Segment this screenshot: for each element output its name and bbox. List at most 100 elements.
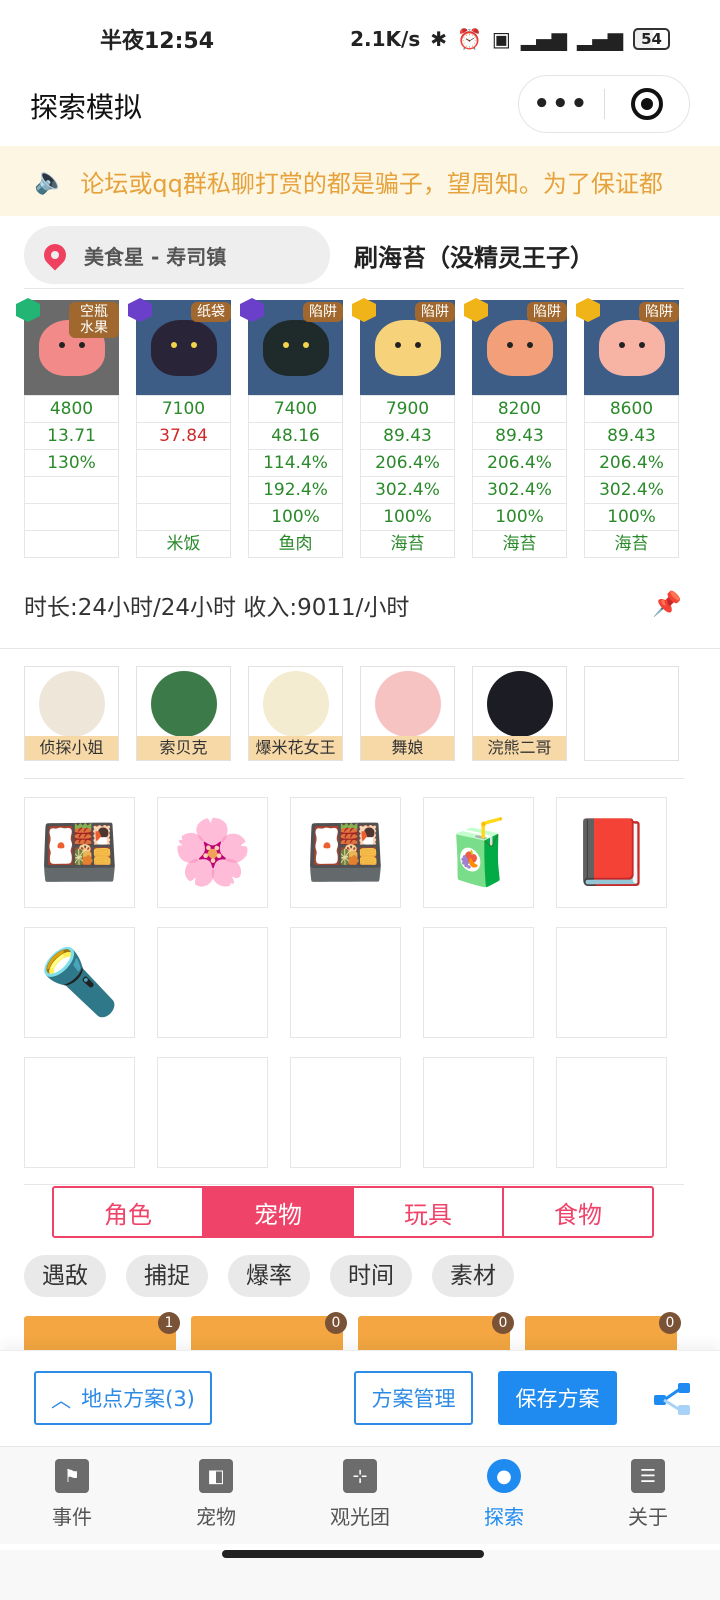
- character-card[interactable]: 浣熊二哥: [472, 666, 567, 761]
- more-icon[interactable]: •••: [519, 89, 604, 119]
- pet-stats: 7400 48.16 114.4% 192.4% 100% 鱼肉: [248, 395, 343, 558]
- item-empty-slot[interactable]: [24, 1057, 135, 1168]
- pet-avatar-icon: [150, 319, 217, 376]
- mini-program-capsule: •••: [518, 75, 690, 133]
- pet-stats: 8600 89.43 206.4% 302.4% 100% 海苔: [584, 395, 679, 558]
- item-slot[interactable]: 🧃: [423, 797, 534, 908]
- bento-box-icon: 🍱: [39, 816, 120, 890]
- location-pin-icon: [39, 239, 71, 271]
- pet-stat-cell: 7900: [361, 395, 454, 422]
- character-card[interactable]: 索贝克: [136, 666, 231, 761]
- item-empty-slot[interactable]: [556, 927, 667, 1038]
- item-slot[interactable]: 🍱: [24, 797, 135, 908]
- character-name: 浣熊二哥: [473, 736, 566, 760]
- pet-stats: 8200 89.43 206.4% 302.4% 100% 海苔: [472, 395, 567, 558]
- divider: [24, 288, 684, 289]
- category-segment: 角色 宠物 玩具 食物: [52, 1186, 654, 1238]
- manage-plan-button[interactable]: 方案管理: [354, 1371, 473, 1425]
- pet-stat-cell: 8600: [585, 395, 678, 422]
- about-icon: ☰: [631, 1459, 665, 1493]
- character-card[interactable]: 侦探小姐: [24, 666, 119, 761]
- pet-stat-cell: 302.4%: [585, 476, 678, 503]
- tab-label: 关于: [628, 1505, 668, 1529]
- pet-column: 陷阱 7900 89.43 206.4% 302.4% 100% 海苔: [352, 298, 455, 558]
- pet-stat-cell: 100%: [585, 503, 678, 530]
- pet-stat-cell: [137, 503, 230, 530]
- character-card[interactable]: 舞娘: [360, 666, 455, 761]
- filter-chip[interactable]: 遇敌: [24, 1255, 106, 1297]
- pet-stat-cell: 13.71: [25, 422, 118, 449]
- segment-tab[interactable]: 角色: [54, 1188, 204, 1236]
- pet-stat-cell: 100%: [249, 503, 342, 530]
- explore-icon: ●: [487, 1459, 521, 1493]
- item-slot[interactable]: 🔦: [24, 927, 135, 1038]
- item-empty-slot[interactable]: [423, 927, 534, 1038]
- location-selector[interactable]: 美食星 - 寿司镇: [24, 226, 330, 284]
- filter-chip[interactable]: 素材: [432, 1255, 514, 1297]
- character-name: 舞娘: [361, 736, 454, 760]
- character-avatar-icon: [486, 671, 553, 737]
- item-empty-slot[interactable]: [423, 1057, 534, 1168]
- pet-stat-cell: [137, 476, 230, 503]
- speaker-icon: 🔈: [34, 166, 67, 196]
- pet-column: 纸袋 7100 37.84 米饭: [128, 298, 231, 558]
- character-name: 索贝克: [137, 736, 230, 760]
- divider: [0, 648, 720, 649]
- filter-chip[interactable]: 爆率: [228, 1255, 310, 1297]
- character-avatar-icon: [150, 671, 217, 737]
- close-button[interactable]: [605, 88, 690, 120]
- plan-title: 刷海苔（没精灵王子）: [354, 243, 594, 272]
- character-empty-slot[interactable]: [584, 666, 679, 761]
- item-empty-slot[interactable]: [157, 1057, 268, 1168]
- nav-bar: 探索模拟 •••: [0, 70, 720, 142]
- save-plan-button[interactable]: 保存方案: [498, 1371, 617, 1425]
- net-speed: 2.1K/s: [350, 27, 421, 51]
- tab-pet[interactable]: ◧ 宠物: [144, 1447, 288, 1544]
- tab-explore[interactable]: ● 探索: [432, 1447, 576, 1544]
- pin-icon[interactable]: 📌: [652, 590, 682, 618]
- item-empty-slot[interactable]: [157, 927, 268, 1038]
- close-icon: [630, 88, 663, 120]
- pet-avatar-icon: [598, 319, 665, 376]
- count-badge: 0: [492, 1312, 514, 1334]
- pet-stat-cell: 100%: [361, 503, 454, 530]
- pet-stat-cell: 鱼肉: [249, 530, 342, 557]
- item-empty-slot[interactable]: [556, 1057, 667, 1168]
- action-bar: ︿ 地点方案(3) 方案管理 保存方案: [0, 1350, 720, 1446]
- pet-stat-cell: 302.4%: [361, 476, 454, 503]
- flower-medal-icon: 🌸: [172, 816, 253, 890]
- item-slot[interactable]: 🍱: [290, 797, 401, 908]
- location-plan-button[interactable]: ︿ 地点方案(3): [34, 1371, 212, 1425]
- pet-tag: 陷阱: [303, 302, 343, 322]
- pet-stat-cell: 海苔: [585, 530, 678, 557]
- segment-tab[interactable]: 食物: [504, 1188, 652, 1236]
- pet-stat-cell: [25, 476, 118, 503]
- pet-stat-cell: 206.4%: [473, 449, 566, 476]
- item-empty-slot[interactable]: [290, 927, 401, 1038]
- pet-stat-cell: 89.43: [361, 422, 454, 449]
- signal-icon-2: ▂▄▆: [576, 27, 624, 51]
- segment-tab[interactable]: 宠物: [204, 1188, 354, 1236]
- pet-stat-cell: 7100: [137, 395, 230, 422]
- item-slot[interactable]: 🌸: [157, 797, 268, 908]
- item-grid: 🍱 🌸 🍱 🧃 📕 🔦: [24, 797, 667, 1168]
- bluetooth-icon: ✱: [430, 27, 447, 51]
- signal-icon: ▂▄▆: [520, 27, 567, 51]
- filter-chip[interactable]: 时间: [330, 1255, 412, 1297]
- pet-stat-cell: 302.4%: [473, 476, 566, 503]
- item-slot[interactable]: 📕: [556, 797, 667, 908]
- pet-column: 陷阱 8200 89.43 206.4% 302.4% 100% 海苔: [464, 298, 567, 558]
- segment-tab[interactable]: 玩具: [354, 1188, 504, 1236]
- tab-label: 宠物: [196, 1505, 236, 1529]
- location-row: 美食星 - 寿司镇 刷海苔（没精灵王子）: [24, 226, 696, 284]
- tab-flag[interactable]: ⚑ 事件: [0, 1447, 144, 1544]
- share-icon[interactable]: [652, 1381, 692, 1417]
- character-card[interactable]: 爆米花女王: [248, 666, 343, 761]
- income-summary: 时长:24小时/24小时 收入:9011/小时: [24, 595, 410, 621]
- item-empty-slot[interactable]: [290, 1057, 401, 1168]
- pet-stat-cell: 37.84: [137, 422, 230, 449]
- tab-about[interactable]: ☰ 关于: [576, 1447, 720, 1544]
- home-indicator[interactable]: [222, 1550, 484, 1558]
- filter-chip[interactable]: 捕捉: [126, 1255, 208, 1297]
- tab-tour[interactable]: ⊹ 观光团: [288, 1447, 432, 1544]
